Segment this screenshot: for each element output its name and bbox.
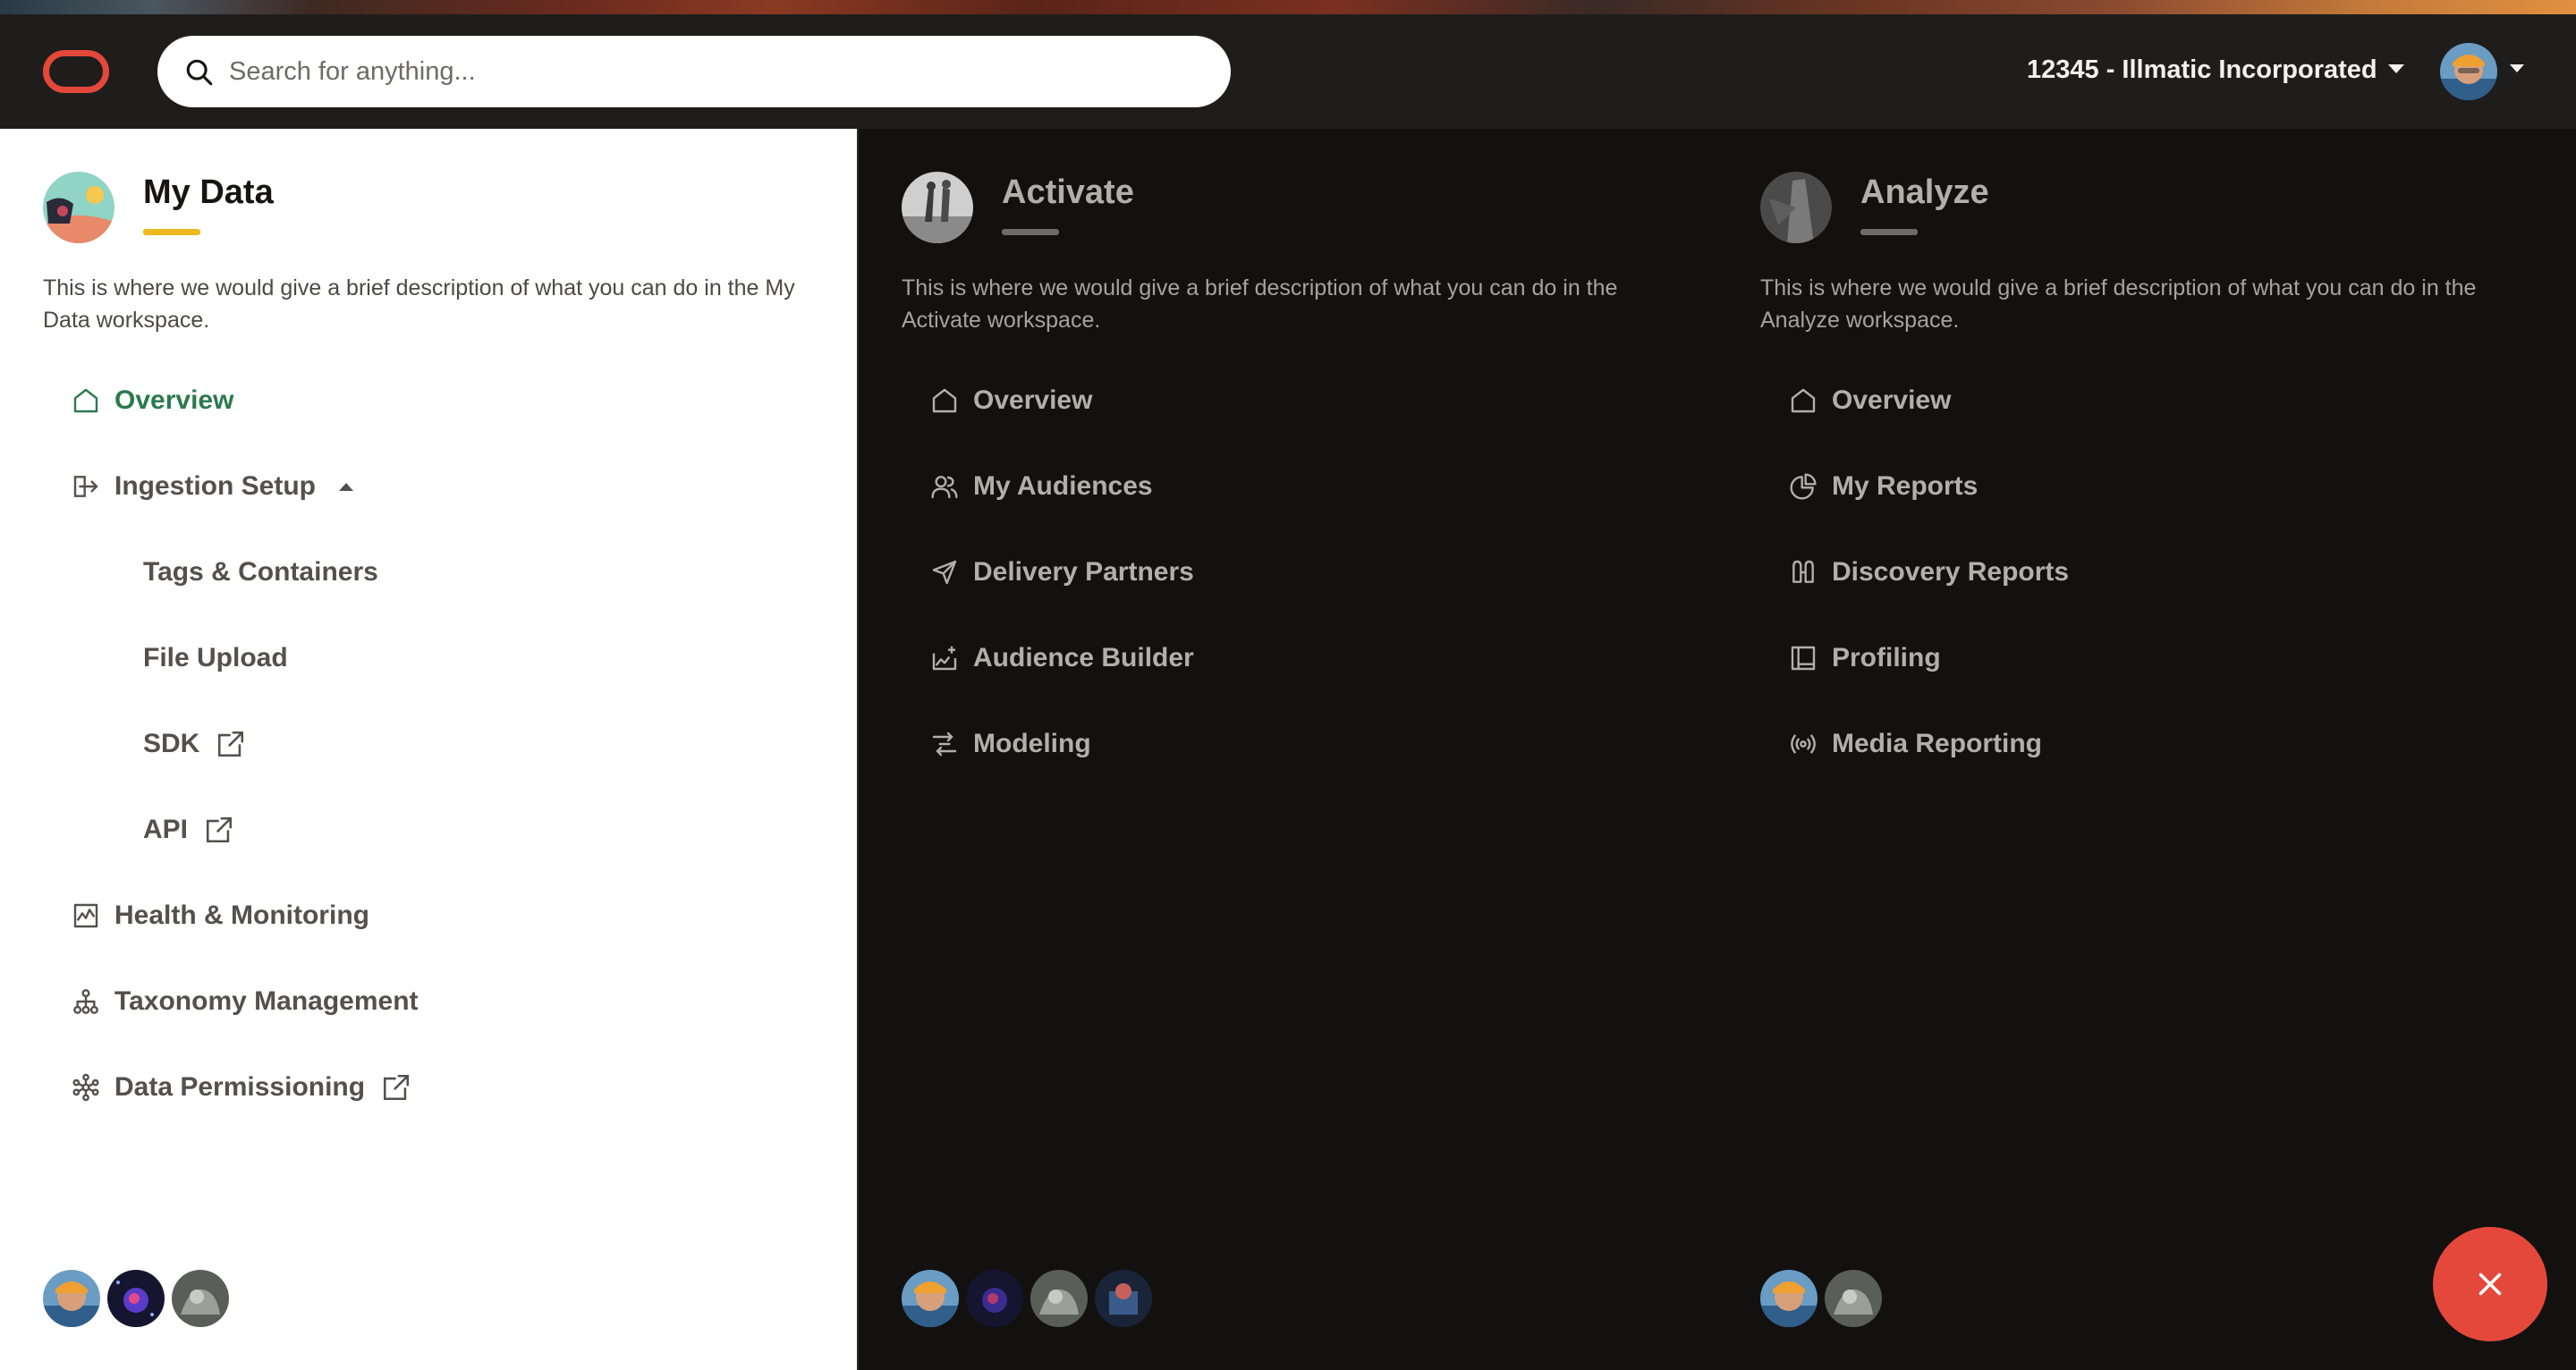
chart-line-icon bbox=[73, 903, 98, 928]
external-link-icon bbox=[384, 1074, 410, 1101]
nav-item-label: SDK bbox=[143, 729, 200, 758]
search-bar[interactable] bbox=[157, 36, 1231, 107]
workspace-indicator bbox=[1860, 229, 1918, 235]
nav-item-api[interactable]: API bbox=[72, 787, 419, 873]
nav-item-label: Modeling bbox=[973, 729, 1091, 758]
home-icon bbox=[1791, 388, 1816, 413]
activate-nav: Overview My Audiences Delivery Partners … bbox=[930, 358, 1194, 787]
workspace-avatar bbox=[1760, 172, 1832, 243]
hierarchy-icon bbox=[73, 989, 98, 1014]
chevron-down-icon[interactable] bbox=[2510, 64, 2524, 72]
avatar[interactable] bbox=[43, 1270, 100, 1327]
nav-item-label: Media Reporting bbox=[1832, 729, 2043, 758]
home-icon bbox=[932, 388, 957, 413]
external-link-icon bbox=[218, 731, 244, 757]
home-icon bbox=[73, 388, 98, 413]
nav-item-sdk[interactable]: SDK bbox=[72, 701, 419, 787]
nav-item-label: API bbox=[143, 815, 189, 844]
nav-item-profiling[interactable]: Profiling bbox=[1789, 615, 2069, 701]
pie-chart-icon bbox=[1790, 473, 1817, 500]
nav-item-label: Ingestion Setup bbox=[114, 471, 316, 501]
nav-item-label: My Audiences bbox=[973, 471, 1153, 501]
network-icon bbox=[72, 1073, 99, 1102]
modeling-icon bbox=[932, 732, 957, 757]
nav-item-label: Tags & Containers bbox=[143, 557, 378, 587]
app-header: 12345 - Illmatic Incorporated bbox=[0, 14, 2576, 129]
nav-item-label: File Upload bbox=[143, 643, 288, 672]
workspace-activate: Activate This is where we would give a b… bbox=[859, 129, 1717, 1370]
nav-item-label: Audience Builder bbox=[973, 643, 1194, 672]
workspace-title[interactable]: My Data bbox=[143, 173, 274, 212]
workspace-title[interactable]: Analyze bbox=[1860, 173, 1989, 212]
nav-item-overview[interactable]: Overview bbox=[72, 358, 419, 444]
org-selector-label[interactable]: 12345 - Illmatic Incorporated bbox=[2027, 55, 2377, 85]
chevron-up-icon[interactable] bbox=[339, 482, 353, 491]
my-data-nav: Overview Ingestion Setup Tags & Containe… bbox=[72, 358, 419, 1130]
workspace-description: This is where we would give a brief desc… bbox=[1760, 275, 2477, 333]
nav-item-label: My Reports bbox=[1832, 471, 1979, 501]
external-link-icon bbox=[206, 816, 233, 843]
avatar[interactable] bbox=[966, 1270, 1023, 1327]
nav-item-label: Overview bbox=[1832, 385, 1952, 415]
builder-icon bbox=[932, 646, 957, 671]
nav-item-audience-builder[interactable]: Audience Builder bbox=[930, 615, 1194, 701]
avatar[interactable] bbox=[1760, 1270, 1818, 1327]
collaborator-avatars bbox=[43, 1270, 236, 1327]
avatar[interactable] bbox=[1825, 1270, 1882, 1327]
nav-item-modeling[interactable]: Modeling bbox=[930, 701, 1194, 787]
nav-item-discovery-reports[interactable]: Discovery Reports bbox=[1789, 529, 2069, 615]
nav-item-file-upload[interactable]: File Upload bbox=[72, 615, 419, 701]
active-workspace-indicator bbox=[143, 229, 200, 235]
avatar[interactable] bbox=[1030, 1270, 1088, 1327]
workspace-description: This is where we would give a brief desc… bbox=[43, 275, 795, 333]
nav-item-overview[interactable]: Overview bbox=[1789, 358, 2069, 444]
book-icon bbox=[1791, 646, 1816, 671]
avatar[interactable] bbox=[172, 1270, 229, 1327]
nav-item-label: Delivery Partners bbox=[973, 557, 1194, 587]
header-banner-image bbox=[0, 0, 2576, 14]
workspace-description: This is where we would give a brief desc… bbox=[902, 275, 1618, 333]
broadcast-icon bbox=[1791, 734, 1816, 754]
nav-item-delivery-partners[interactable]: Delivery Partners bbox=[930, 529, 1194, 615]
user-avatar[interactable] bbox=[2440, 43, 2497, 100]
nav-item-label: Health & Monitoring bbox=[114, 901, 369, 930]
binoculars-icon bbox=[1792, 560, 1814, 583]
workspace-my-data: My Data This is where we would give a br… bbox=[0, 129, 859, 1370]
close-button[interactable] bbox=[2433, 1227, 2547, 1341]
nav-item-data-permissioning[interactable]: Data Permissioning bbox=[72, 1044, 419, 1130]
nav-item-media-reporting[interactable]: Media Reporting bbox=[1789, 701, 2069, 787]
search-icon bbox=[186, 59, 213, 86]
people-icon bbox=[931, 476, 958, 499]
nav-item-tags-containers[interactable]: Tags & Containers bbox=[72, 529, 419, 615]
nav-item-my-reports[interactable]: My Reports bbox=[1789, 444, 2069, 529]
analyze-nav: Overview My Reports Discovery Reports Pr… bbox=[1789, 358, 2069, 787]
nav-item-label: Discovery Reports bbox=[1832, 557, 2070, 587]
chevron-down-icon[interactable] bbox=[2388, 64, 2404, 73]
send-icon bbox=[932, 560, 957, 585]
nav-item-ingestion-setup[interactable]: Ingestion Setup bbox=[72, 444, 419, 529]
nav-item-taxonomy-management[interactable]: Taxonomy Management bbox=[72, 959, 419, 1044]
avatar[interactable] bbox=[902, 1270, 959, 1327]
nav-item-overview[interactable]: Overview bbox=[930, 358, 1194, 444]
ingestion-icon bbox=[73, 476, 98, 497]
search-input[interactable] bbox=[229, 50, 1195, 93]
close-icon bbox=[2479, 1273, 2502, 1296]
nav-item-health-monitoring[interactable]: Health & Monitoring bbox=[72, 873, 419, 959]
nav-item-label: Taxonomy Management bbox=[114, 986, 419, 1016]
collaborator-avatars bbox=[902, 1270, 1159, 1327]
avatar[interactable] bbox=[107, 1270, 165, 1327]
nav-item-label: Overview bbox=[973, 385, 1093, 415]
nav-item-my-audiences[interactable]: My Audiences bbox=[930, 444, 1194, 529]
workspace-analyze: Analyze This is where we would give a br… bbox=[1717, 129, 2576, 1370]
workspace-avatar bbox=[902, 172, 973, 243]
oracle-logo[interactable] bbox=[43, 50, 109, 93]
workspace-avatar bbox=[43, 172, 114, 243]
workspace-indicator bbox=[1002, 229, 1059, 235]
nav-item-label: Data Permissioning bbox=[114, 1072, 366, 1102]
nav-item-label: Overview bbox=[114, 385, 234, 415]
workspace-title[interactable]: Activate bbox=[1002, 173, 1134, 212]
collaborator-avatars bbox=[1760, 1270, 1889, 1327]
avatar[interactable] bbox=[1095, 1270, 1152, 1327]
nav-item-label: Profiling bbox=[1832, 643, 1941, 672]
